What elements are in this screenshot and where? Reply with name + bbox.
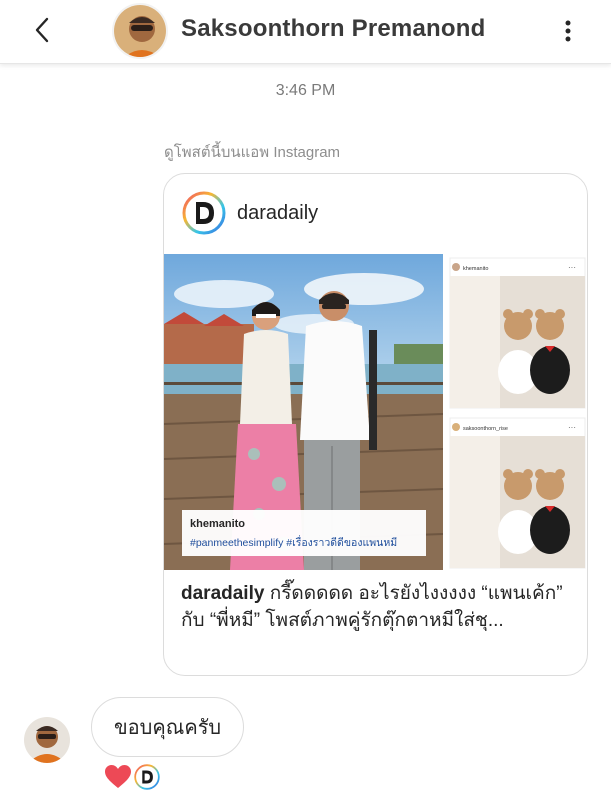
daradaily-logo xyxy=(182,191,226,235)
side-post-2-username: saksoonthorn_rise xyxy=(463,426,508,432)
contact-name[interactable]: Saksoonthorn Premanond xyxy=(181,15,485,43)
message-bubble[interactable]: ขอบคุณครับ xyxy=(91,697,245,757)
message-reactions[interactable] xyxy=(104,764,160,790)
caption-account[interactable]: daradaily xyxy=(181,583,264,604)
sender-avatar[interactable] xyxy=(24,717,70,763)
more-vertical-icon xyxy=(565,20,571,42)
contact-avatar[interactable] xyxy=(112,3,168,59)
post-side-collage: khemanito ··· saksoonthorn_rise ··· xyxy=(446,254,587,570)
shared-post-card[interactable]: daradaily khemanito #panmeethesimplify #… xyxy=(163,173,588,676)
message-text: ขอบคุณครับ xyxy=(114,717,222,739)
svg-text:···: ··· xyxy=(568,423,576,432)
post-caption: daradaily กรี๊ดดดดด อะไรยังไงงงงง “แพนเค… xyxy=(181,580,576,634)
heart-icon xyxy=(105,765,131,788)
post-account-name[interactable]: daradaily xyxy=(237,202,318,225)
photo-overlay-hashtags: #panmeethesimplify #เรื่องราวดีดีของแพนห… xyxy=(190,535,397,549)
daradaily-avatar xyxy=(134,764,160,790)
side-post-1-username: khemanito xyxy=(463,266,488,272)
message-timestamp: 3:46 PM xyxy=(275,82,336,99)
more-options-button[interactable] xyxy=(556,14,580,48)
svg-text:···: ··· xyxy=(568,263,576,272)
view-on-instagram-link[interactable]: ดูโพสต์นี้บนแอพ Instagram xyxy=(164,140,340,164)
chat-header: Saksoonthorn Premanond xyxy=(0,0,611,64)
back-button[interactable] xyxy=(26,14,58,46)
photo-overlay-username: khemanito xyxy=(190,518,245,530)
post-main-photo: khemanito #panmeethesimplify #เรื่องราวด… xyxy=(164,254,443,570)
chevron-left-icon xyxy=(35,17,49,43)
